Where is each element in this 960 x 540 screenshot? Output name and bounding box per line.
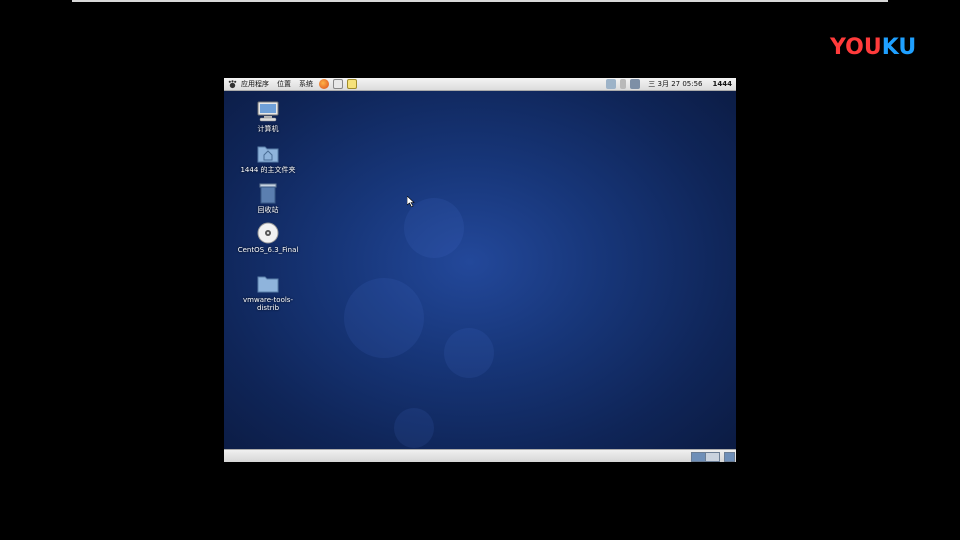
trash-applet-icon[interactable] [724, 452, 735, 462]
panel-clock[interactable]: 三 3月 27 05:56 [642, 79, 708, 89]
desktop-icon-label: CentOS_6.3_Final [237, 246, 299, 254]
home-folder-icon [256, 142, 280, 164]
desktop-icon-home[interactable]: 1444 的主文件夹 [232, 142, 304, 174]
vm-screen[interactable]: 应用程序 位置 系统 三 3月 27 05:56 1444 计算机 1444 的… [224, 78, 736, 462]
gnome-foot-icon [227, 79, 237, 89]
workspace-2-button[interactable] [705, 452, 720, 462]
desktop-icon-label: 1444 的主文件夹 [240, 166, 296, 174]
desktop-icon-dvd[interactable]: CentOS_6.3_Final [232, 222, 304, 254]
folder-icon [256, 272, 280, 294]
desktop-icon-trash[interactable]: 回收站 [232, 182, 304, 214]
desktop-icon-label: 计算机 [257, 125, 279, 133]
mouse-pointer-icon [406, 192, 415, 211]
volume-icon[interactable] [620, 79, 627, 89]
desktop-icon-label: 回收站 [257, 206, 279, 214]
desktop-icon-vmware-tools[interactable]: vmware-tools- distrib [232, 272, 304, 312]
desktop-icon-label: vmware-tools- distrib [243, 296, 293, 312]
bokeh-decoration [344, 278, 424, 358]
watermark-part2: KU [881, 35, 917, 60]
panel-tray: 三 3月 27 05:56 1444 [604, 79, 736, 89]
desktop-icon-computer[interactable]: 计算机 [232, 101, 304, 133]
bokeh-decoration [394, 408, 434, 448]
bottom-panel [224, 449, 736, 462]
network-icon[interactable] [606, 79, 617, 89]
bokeh-decoration [444, 328, 494, 378]
computer-icon [256, 101, 280, 123]
youku-watermark: YOU KU [830, 35, 916, 60]
workspace-1-button[interactable] [691, 452, 706, 462]
notes-launcher-icon[interactable] [347, 79, 357, 89]
panel-user[interactable]: 1444 [709, 80, 736, 88]
update-notifier-icon[interactable] [630, 79, 641, 89]
menu-applications[interactable]: 应用程序 [237, 79, 273, 89]
watermark-part1: YOU [830, 35, 882, 60]
top-strip [72, 0, 888, 2]
top-panel: 应用程序 位置 系统 三 3月 27 05:56 1444 [224, 78, 736, 91]
firefox-launcher-icon[interactable] [319, 79, 329, 89]
mail-launcher-icon[interactable] [333, 79, 343, 89]
menu-system[interactable]: 系统 [295, 79, 317, 89]
menu-places[interactable]: 位置 [273, 79, 295, 89]
dvd-icon [256, 222, 280, 244]
trash-icon [256, 182, 280, 204]
